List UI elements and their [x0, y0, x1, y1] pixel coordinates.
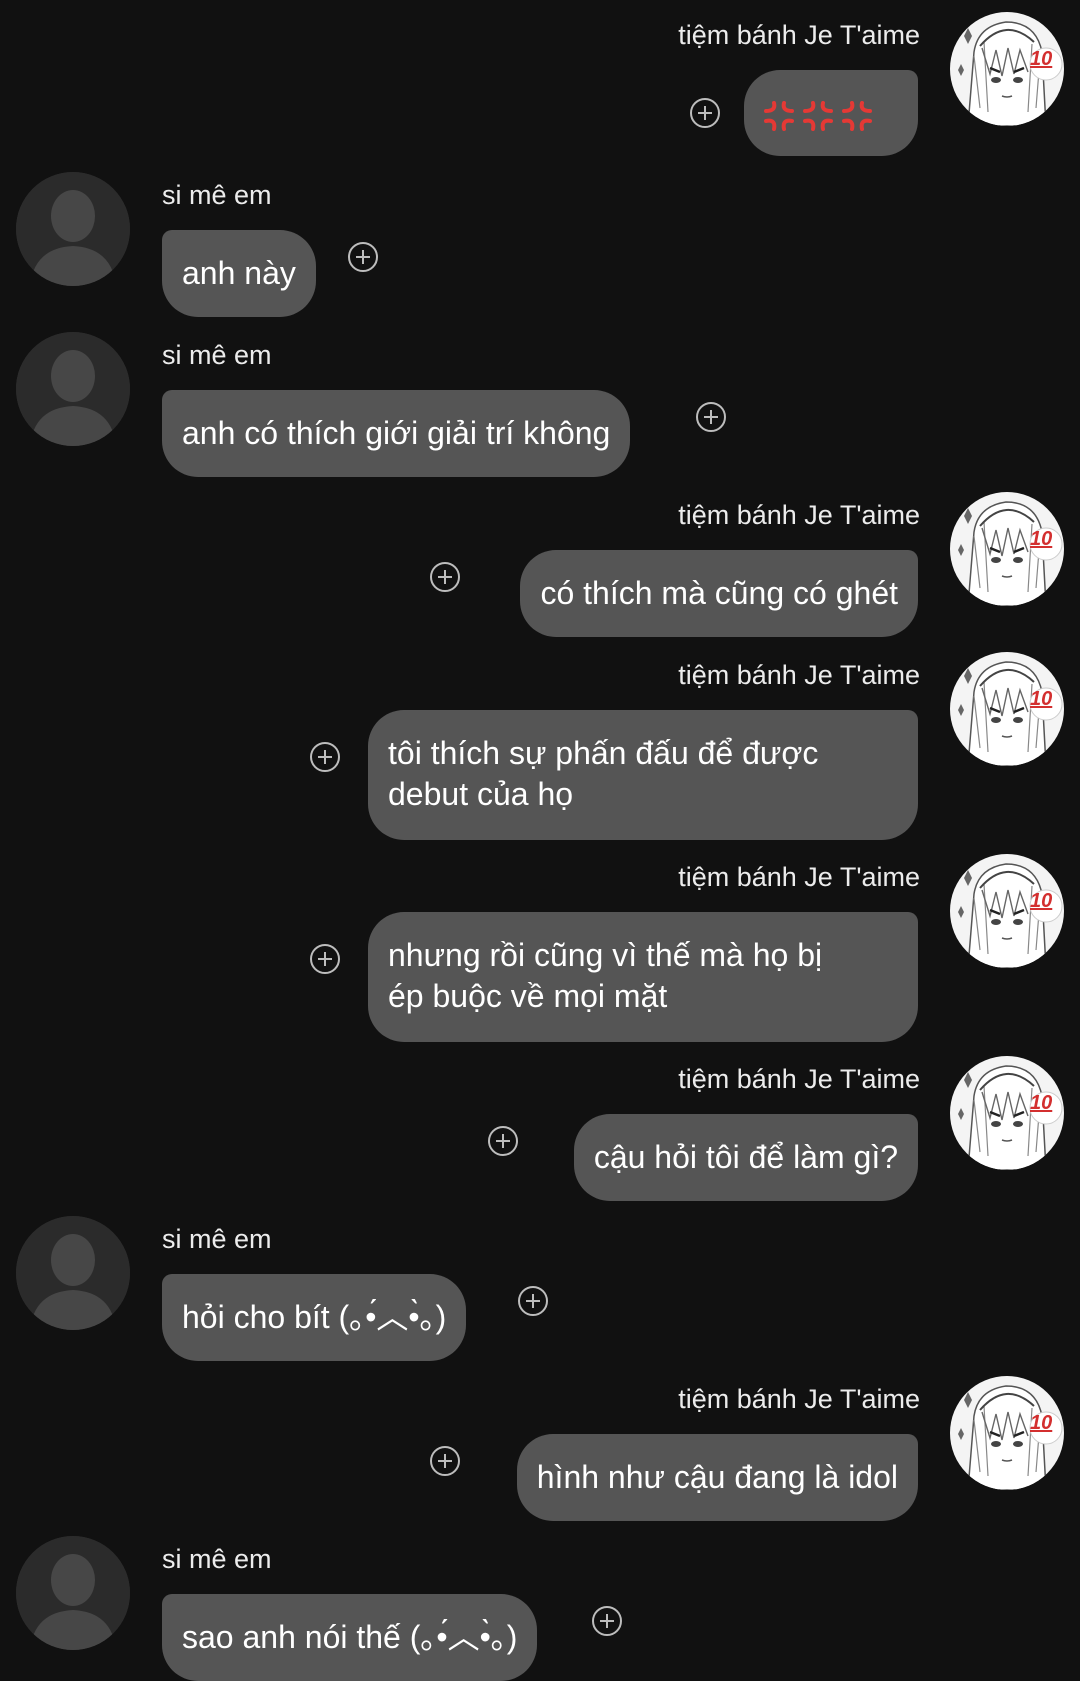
- add-reaction-icon[interactable]: [592, 1606, 622, 1636]
- badge-10-icon: 10: [1030, 890, 1053, 912]
- receiver-avatar[interactable]: [16, 172, 130, 286]
- sender-avatar[interactable]: 10: [950, 492, 1064, 606]
- sender-name: tiệm bánh Je T'aime: [678, 1384, 920, 1414]
- message-row: si mê em hỏi cho bít (｡•́︿•̀｡): [0, 1216, 1080, 1361]
- badge-10-icon: 10: [1030, 528, 1053, 550]
- add-reaction-icon[interactable]: [696, 402, 726, 432]
- message-row: si mê em anh có thích giới giải trí khôn…: [0, 332, 1080, 477]
- message-row: tiệm bánh Je T'aime hình như cậu đang là…: [0, 1382, 1080, 1521]
- message-bubble[interactable]: hình như cậu đang là idol: [516, 1434, 918, 1521]
- message-row: tiệm bánh Je T'aime 10: [0, 18, 1080, 168]
- add-reaction-icon[interactable]: [690, 98, 720, 128]
- message-line: ép buộc về mọi mặt: [388, 978, 668, 1014]
- badge-10-icon: 10: [1030, 1092, 1053, 1114]
- add-reaction-icon[interactable]: [488, 1126, 518, 1156]
- message-bubble[interactable]: cậu hỏi tôi để làm gì?: [573, 1114, 918, 1201]
- anger-symbol-emoji: [764, 95, 872, 136]
- sender-avatar[interactable]: 10: [950, 652, 1064, 766]
- message-row: tiệm bánh Je T'aime nhưng rồi cũng vì th…: [0, 860, 1080, 1042]
- sender-avatar[interactable]: 10: [950, 1376, 1064, 1490]
- message-row: tiệm bánh Je T'aime có thích mà cũng có …: [0, 498, 1080, 637]
- sender-avatar[interactable]: 10: [950, 12, 1064, 126]
- receiver-avatar[interactable]: [16, 332, 130, 446]
- receiver-name: si mê em: [162, 340, 272, 370]
- receiver-name: si mê em: [162, 1224, 272, 1254]
- sender-name: tiệm bánh Je T'aime: [678, 660, 920, 690]
- receiver-avatar[interactable]: [16, 1536, 130, 1650]
- add-reaction-icon[interactable]: [348, 242, 378, 272]
- message-row: tiệm bánh Je T'aime cậu hỏi tôi để làm g…: [0, 1062, 1080, 1201]
- sender-avatar[interactable]: 10: [950, 1056, 1064, 1170]
- receiver-name: si mê em: [162, 180, 272, 210]
- message-row: si mê em anh này: [0, 172, 1080, 317]
- receiver-avatar[interactable]: [16, 1216, 130, 1330]
- sender-name: tiệm bánh Je T'aime: [678, 1064, 920, 1094]
- message-bubble[interactable]: anh này: [162, 230, 316, 317]
- sender-name: tiệm bánh Je T'aime: [678, 500, 920, 530]
- message-bubble[interactable]: nhưng rồi cũng vì thế mà họ bị ép buộc v…: [368, 912, 918, 1042]
- receiver-name: si mê em: [162, 1544, 272, 1574]
- badge-10-icon: 10: [1030, 688, 1053, 710]
- add-reaction-icon[interactable]: [430, 1446, 460, 1476]
- message-line: tôi thích sự phấn đấu để được: [388, 735, 819, 771]
- sender-avatar[interactable]: 10: [950, 854, 1064, 968]
- add-reaction-icon[interactable]: [310, 742, 340, 772]
- message-bubble[interactable]: [744, 70, 918, 156]
- add-reaction-icon[interactable]: [310, 944, 340, 974]
- add-reaction-icon[interactable]: [430, 562, 460, 592]
- message-line: nhưng rồi cũng vì thế mà họ bị: [388, 937, 823, 973]
- message-bubble[interactable]: có thích mà cũng có ghét: [520, 550, 918, 637]
- message-bubble[interactable]: anh có thích giới giải trí không: [162, 390, 631, 477]
- message-bubble[interactable]: sao anh nói thế (｡•́︿•̀｡): [162, 1594, 538, 1681]
- message-bubble[interactable]: tôi thích sự phấn đấu để được debut của …: [368, 710, 918, 840]
- message-bubble[interactable]: hỏi cho bít (｡•́︿•̀｡): [162, 1274, 467, 1361]
- badge-10-icon: 10: [1030, 1412, 1053, 1434]
- badge-10-icon: 10: [1030, 48, 1053, 70]
- sender-name: tiệm bánh Je T'aime: [678, 20, 920, 50]
- add-reaction-icon[interactable]: [518, 1286, 548, 1316]
- sender-name: tiệm bánh Je T'aime: [678, 862, 920, 892]
- message-line: debut của họ: [388, 776, 574, 812]
- message-row: si mê em sao anh nói thế (｡•́︿•̀｡): [0, 1536, 1080, 1681]
- message-row: tiệm bánh Je T'aime tôi thích sự phấn đấ…: [0, 658, 1080, 840]
